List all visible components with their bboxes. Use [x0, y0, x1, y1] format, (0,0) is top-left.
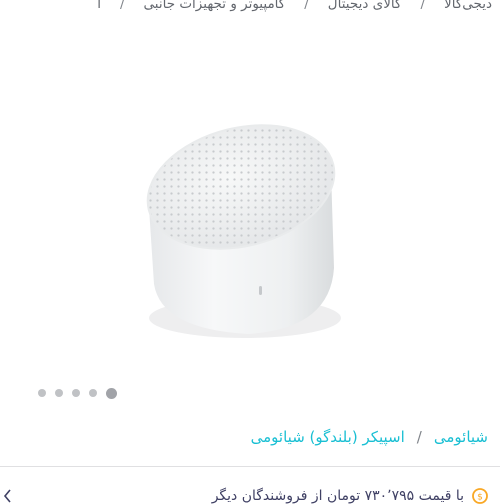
breadcrumb-item-truncated[interactable]: ا — [95, 0, 103, 11]
other-sellers-panel[interactable]: $ با قیمت ۷۳۰٬۷۹۵ تومان از فروشندگان دیگ… — [0, 466, 500, 504]
breadcrumb: دیجی‌کالا / کالای دیجیتال / کامپیوتر و ت… — [0, 0, 500, 22]
breadcrumb-separator: / — [304, 0, 309, 12]
brand-link[interactable]: شیائومی — [434, 428, 488, 446]
category-link[interactable]: اسپیکر (بلندگو) شیائومی — [251, 428, 405, 446]
brand-separator: / — [416, 428, 422, 446]
gallery-pagination — [38, 386, 126, 400]
breadcrumb-item-computer-accessories[interactable]: کامپیوتر و تجهیزات جانبی — [142, 0, 288, 11]
other-sellers-price-text: با قیمت ۷۳۰٬۷۹۵ تومان از فروشندگان دیگر — [211, 488, 464, 504]
pagination-dot-active[interactable] — [106, 387, 117, 399]
breadcrumb-item-digikala[interactable]: دیجی‌کالا — [442, 0, 494, 11]
breadcrumb-separator: / — [119, 0, 125, 12]
pagination-dot[interactable] — [89, 389, 97, 397]
svg-text:$: $ — [477, 493, 483, 503]
pagination-dot[interactable] — [72, 389, 80, 397]
product-image-gallery[interactable] — [0, 22, 500, 377]
breadcrumb-item-digital-goods[interactable]: کالای دیجیتال — [326, 0, 404, 11]
breadcrumb-separator: / — [420, 0, 426, 12]
speaker-product-image — [140, 117, 345, 338]
coin-icon: $ — [472, 488, 488, 504]
product-brand-category: شیائومی / اسپیکر (بلندگو) شیائومی — [251, 428, 488, 446]
pagination-dot[interactable] — [38, 389, 46, 397]
pagination-dot[interactable] — [55, 389, 63, 397]
